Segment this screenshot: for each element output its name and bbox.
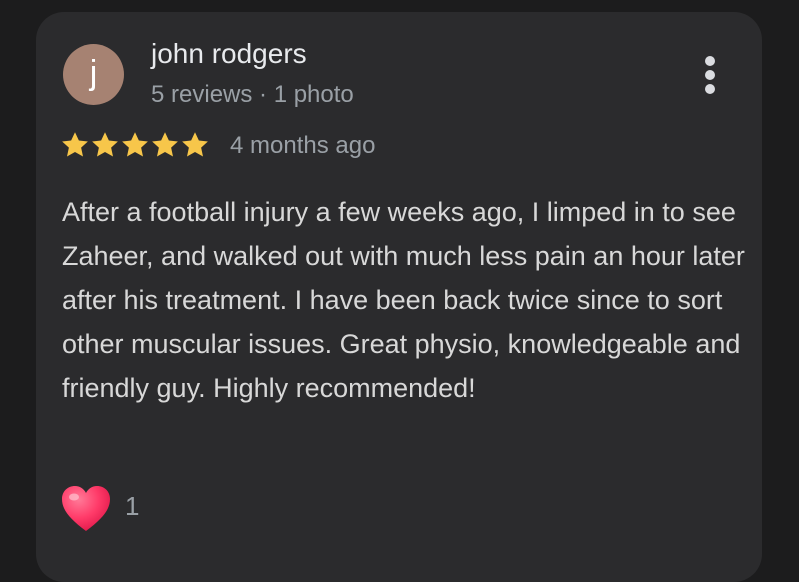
star-icon bbox=[122, 132, 148, 157]
like-reaction-button[interactable] bbox=[60, 484, 112, 534]
star-icon bbox=[92, 132, 118, 157]
more-vertical-icon bbox=[705, 56, 715, 66]
reaction-count: 1 bbox=[125, 491, 140, 521]
more-vertical-icon-dot bbox=[705, 70, 715, 80]
more-options-button[interactable] bbox=[694, 52, 726, 98]
star-icon bbox=[62, 132, 88, 157]
review-card: j john rodgers 5 reviews · 1 photo 4 mon… bbox=[36, 12, 762, 582]
star-rating bbox=[60, 130, 210, 166]
star-icon bbox=[152, 132, 178, 157]
star-icon bbox=[182, 132, 208, 157]
heart-icon bbox=[62, 486, 110, 531]
review-text: After a football injury a few weeks ago,… bbox=[62, 197, 745, 403]
avatar[interactable]: j bbox=[63, 44, 124, 105]
review-time: 4 months ago bbox=[230, 132, 376, 159]
more-vertical-icon-dot bbox=[705, 84, 715, 94]
author-name[interactable]: john rodgers bbox=[151, 38, 307, 70]
author-meta: 5 reviews · 1 photo bbox=[151, 81, 354, 108]
